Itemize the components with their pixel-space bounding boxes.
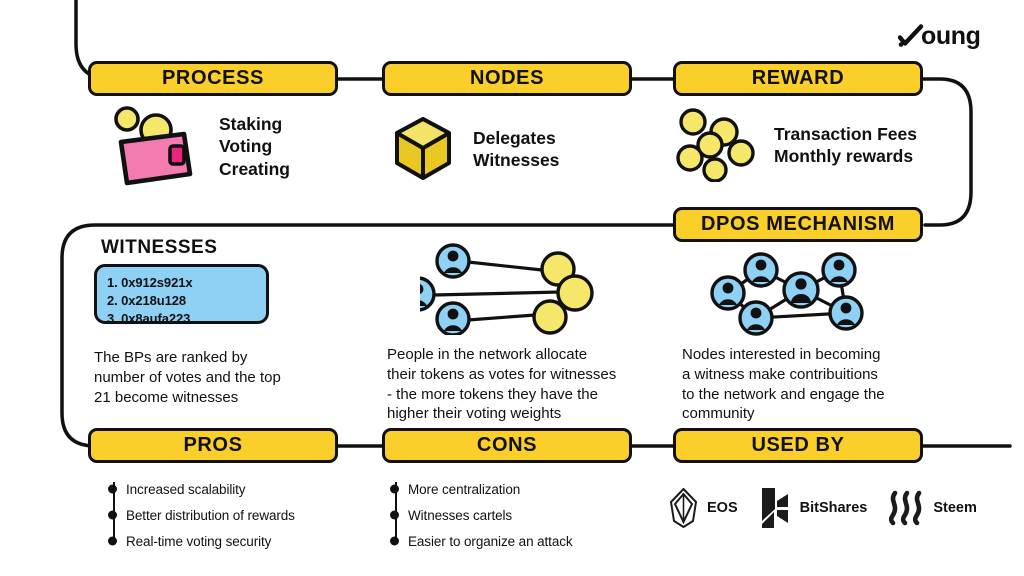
infographic-canvas: oung PROCESS NODES REWARD DPOS MECHANISM…	[0, 0, 1024, 576]
brand-steem-name: Steem	[933, 500, 977, 516]
process-block: Staking Voting Creating	[108, 104, 290, 189]
pill-cons[interactable]: CONS	[382, 428, 632, 463]
steem-logo-icon	[889, 490, 922, 526]
pill-used-by[interactable]: USED BY	[673, 428, 923, 463]
nodes-description: Nodes interested in becoming a witness m…	[682, 346, 885, 423]
nodes-block: Delegates Witnesses	[392, 116, 559, 182]
nodes-text: Delegates Witnesses	[473, 127, 560, 170]
pill-process[interactable]: PROCESS	[88, 61, 338, 96]
pill-nodes-label: NODES	[469, 67, 545, 89]
witness-item: 3. 0x8aufa223	[107, 310, 191, 326]
list-item: Easier to organize an attack	[386, 528, 573, 554]
brand-eos-name: EOS	[707, 500, 738, 516]
bitshares-logo-icon	[761, 488, 788, 528]
used-by-brands: EOS BitShares Steem	[668, 487, 977, 529]
pros-list: Increased scalability Better distributio…	[104, 476, 295, 554]
connector-reward-dpos	[921, 77, 973, 227]
witnesses-description: The BPs are ranked by number of votes an…	[94, 349, 281, 406]
pill-pros-label: PROS	[183, 434, 243, 456]
voters-to-tokens-diagram	[420, 243, 594, 335]
brand-steem[interactable]: Steem	[887, 490, 977, 526]
list-item: Better distribution of rewards	[104, 502, 295, 528]
pill-pros[interactable]: PROS	[88, 428, 338, 463]
list-item: Real-time voting security	[104, 528, 295, 554]
node-mesh-diagram	[710, 252, 864, 336]
list-item: Witnesses cartels	[386, 502, 573, 528]
brand-bitshares[interactable]: BitShares	[758, 487, 868, 529]
reward-block: Transaction Fees Monthly rewards	[675, 108, 917, 182]
brand-bitshares-name: BitShares	[799, 500, 868, 516]
pill-process-label: PROCESS	[161, 67, 264, 89]
pill-reward-label: REWARD	[751, 67, 845, 89]
list-item: Increased scalability	[104, 476, 295, 502]
pill-dpos-label: DPOS MECHANISM	[701, 213, 895, 235]
wallet-coins-icon	[114, 106, 193, 186]
coins-icon	[676, 108, 755, 182]
pill-nodes[interactable]: NODES	[382, 61, 632, 96]
cons-list: More centralization Witnesses cartels Ea…	[386, 476, 573, 554]
pill-dpos-mechanism[interactable]: DPOS MECHANISM	[673, 207, 923, 242]
pill-cons-label: CONS	[476, 434, 538, 456]
brand-eos[interactable]: EOS	[668, 488, 738, 528]
witnesses-box: 1. 0x912s921x 2. 0x218u128 3. 0x8aufa223	[94, 264, 269, 326]
cube-icon	[395, 117, 451, 180]
witness-item: 2. 0x218u128	[107, 292, 187, 308]
brand-logo-text: oung	[921, 22, 981, 50]
witness-item: 1. 0x912s921x	[107, 275, 193, 290]
eos-logo-icon	[669, 488, 698, 528]
list-item: More centralization	[386, 476, 573, 502]
pill-used-by-label: USED BY	[751, 434, 845, 456]
voting-description: People in the network allocate their tok…	[387, 346, 617, 423]
witnesses-title: WITNESSES	[101, 237, 218, 258]
brand-logo: oung	[898, 22, 981, 51]
reward-text: Transaction Fees Monthly rewards	[774, 123, 917, 166]
process-text: Staking Voting Creating	[219, 113, 290, 179]
pill-reward[interactable]: REWARD	[673, 61, 923, 96]
